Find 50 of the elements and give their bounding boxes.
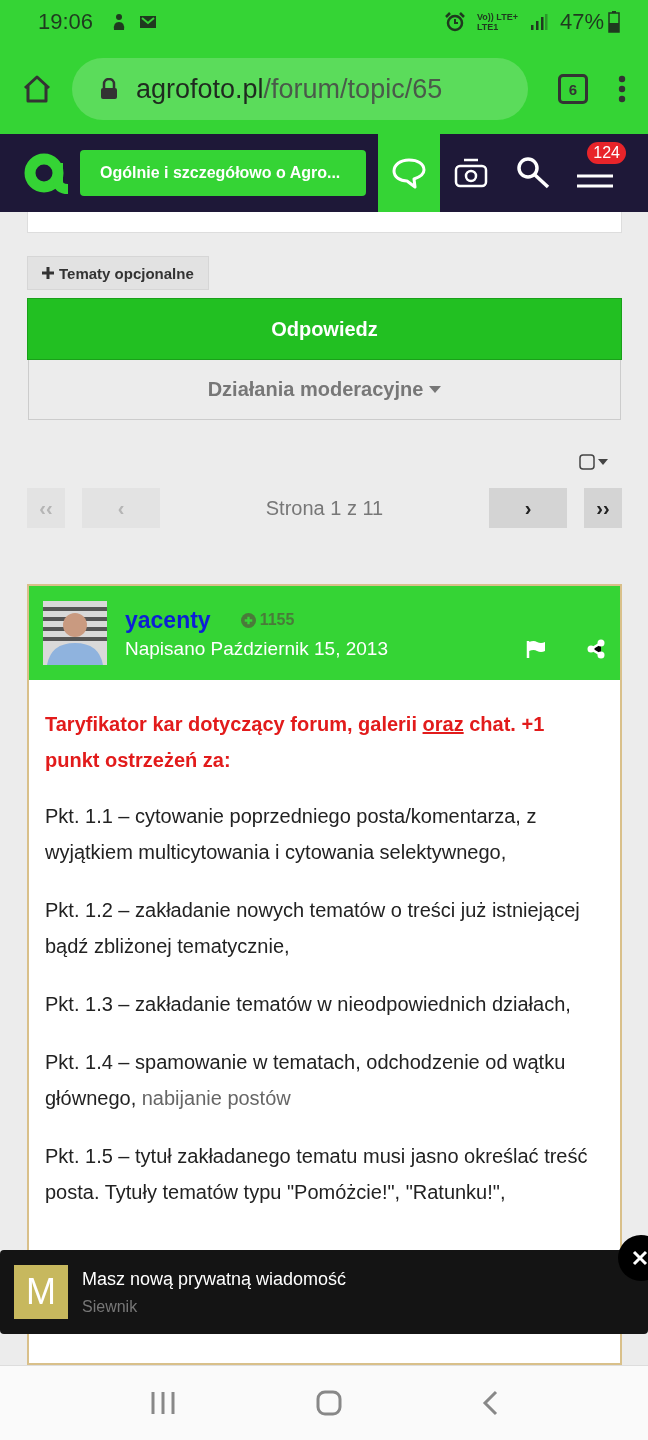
paragraph: Pkt. 1.2 – zakładanie nowych tematów o treści już istniejącej bądź zbliżonej tematycznie, [45,898,581,959]
plus-circle-icon [240,612,256,628]
caret-icon[interactable] [598,459,608,465]
lock-icon [100,78,118,100]
battery-icon [608,11,620,33]
caret-icon [429,386,442,393]
post-heading: Taryfikator kar dotyczący forum, galerii oraz chat. +1 punkt ostrzeżeń za: [45,712,546,773]
menu-icon [576,174,614,188]
share-icon[interactable] [586,638,606,659]
page-button[interactable]: ›› [584,488,622,528]
select-checkbox[interactable] [579,454,595,470]
url-text: agrofoto.pl/forum/topic/65 [136,73,443,105]
link[interactable]: oraz [422,713,464,735]
page-button[interactable]: › [489,488,567,528]
back-icon[interactable] [482,1390,498,1416]
paragraph: Pkt. 1.3 – zakładanie tematów w nieodpowiednich działach, [45,992,572,1017]
more-icon[interactable] [618,75,626,103]
author-link[interactable]: yacenty [125,606,211,634]
nav-tab[interactable]: 124 [564,134,626,212]
alarm-icon [445,12,466,32]
chat-icon [392,157,426,189]
optional-topics-button[interactable]: Tematy opcjonalne [27,256,209,290]
signal-icon [529,13,548,31]
moderation-dropdown[interactable]: Działania moderacyjne [28,360,621,420]
logo-icon[interactable] [24,151,70,195]
toast-title: Masz nową prywatną wiadomość [82,1268,347,1290]
plus-icon [42,267,54,279]
paragraph: Pkt. 1.5 – tytuł zakładanego tematu musi jasno określać treść posta. Tytuły tematów typu "Pomóżcie!", "Ratunku!", [45,1144,589,1205]
paragraph: Pkt. 1.4 – spamowanie w tematach, odchodzenie od wątku głównego, nabijanie postów [45,1050,567,1111]
address-bar[interactable]: agrofoto.pl/forum/topic/65 [72,58,528,120]
home-button-icon[interactable] [316,1390,342,1416]
clock: 19:06 [38,9,94,35]
camera-icon [454,158,488,188]
close-icon [632,1250,648,1266]
tab-count-button[interactable]: 6 [558,74,588,104]
toast-sender: Siewnik [82,1297,139,1316]
page-indicator: Strona 1 z 11 [264,496,385,520]
network-label: Vo)) LTE+ [477,12,518,22]
search-icon [515,156,551,190]
avatar-initial: M [14,1265,68,1319]
network-label: LTE1 [477,22,500,32]
reputation-count: 1155 [259,611,295,629]
notification-toast[interactable]: M Masz nową prywatną wiadomość Siewnik [0,1250,648,1334]
mail-icon [139,15,158,29]
post-date: Napisano Październik 15, 2013 [125,637,389,660]
battery-level: 47% [559,9,604,35]
recent-apps-icon[interactable] [150,1391,176,1415]
notification-badge: 124 [587,142,626,164]
home-icon[interactable] [22,75,52,103]
paragraph: Pkt. 1.1 – cytowanie poprzedniego posta/komentarza, z wyjątkiem multicytowania i cytowania selektywnego, [45,804,538,865]
